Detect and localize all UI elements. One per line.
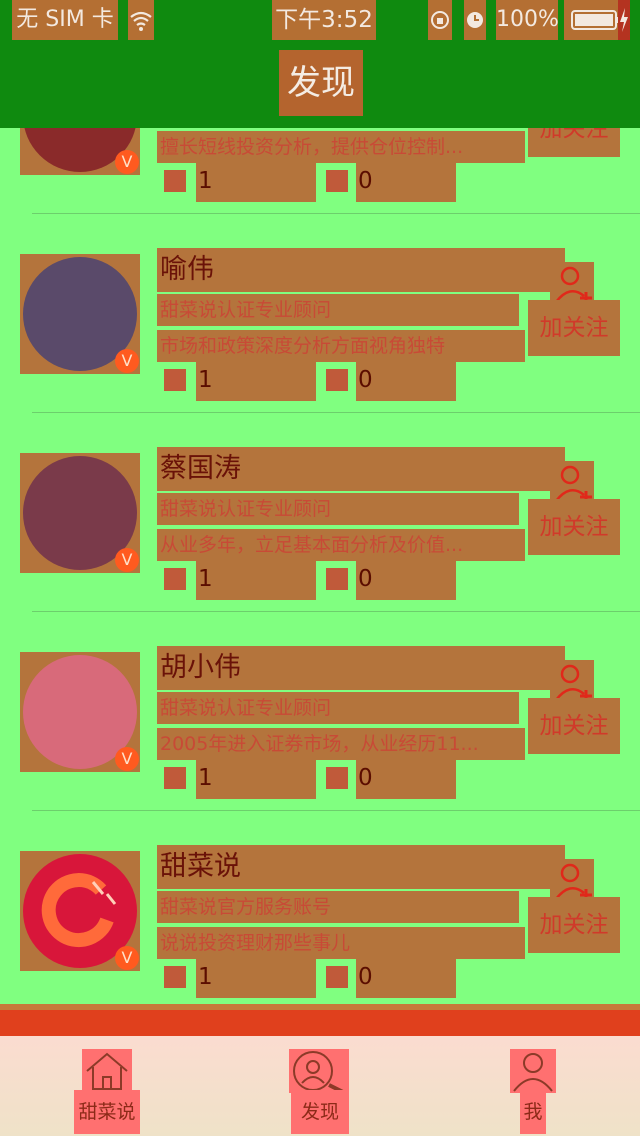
fans-count: 1 bbox=[196, 757, 316, 799]
user-name: 胡小伟 bbox=[157, 646, 565, 690]
user-name: 蔡国涛 bbox=[157, 447, 565, 491]
fans-count: 1 bbox=[196, 956, 316, 998]
user-description: 2005年进入证券市场，从业经历11... bbox=[157, 728, 525, 760]
follow-button[interactable]: 加关注 bbox=[528, 499, 620, 555]
fans-count: 1 bbox=[196, 160, 316, 202]
tab-discover[interactable]: 发现 bbox=[291, 1090, 349, 1134]
user-title: 甜菜说官方服务账号 bbox=[157, 891, 519, 923]
list-item[interactable]: V 喻伟 甜菜说认证专业顾问 市场和政策深度分析方面视角独特 1 0 加关注 bbox=[0, 214, 640, 413]
user-title: 甜菜说认证专业顾问 bbox=[157, 493, 519, 525]
verified-badge-icon: V bbox=[115, 548, 139, 572]
fans-icon bbox=[164, 369, 186, 391]
like-count: 0 bbox=[356, 757, 456, 799]
thumbs-up-icon bbox=[326, 369, 348, 391]
fans-count: 1 bbox=[196, 359, 316, 401]
follow-button[interactable]: 加关注 bbox=[528, 897, 620, 953]
page-title: 发现 bbox=[279, 50, 363, 116]
user-title: 甜菜说认证专业顾问 bbox=[157, 692, 519, 724]
profile-icon[interactable] bbox=[510, 1049, 556, 1093]
follow-button[interactable]: 加关注 bbox=[528, 128, 620, 157]
user-name: 甜菜说 bbox=[157, 845, 565, 889]
user-name: 喻伟 bbox=[157, 248, 565, 292]
thumbs-up-icon bbox=[326, 767, 348, 789]
fans-icon bbox=[164, 568, 186, 590]
like-count: 0 bbox=[356, 359, 456, 401]
fans-icon bbox=[164, 170, 186, 192]
like-count: 0 bbox=[356, 160, 456, 202]
home-icon[interactable] bbox=[82, 1049, 132, 1093]
charging-icon bbox=[618, 0, 630, 40]
avatar[interactable]: V bbox=[20, 254, 140, 374]
tab-me[interactable]: 我 bbox=[520, 1090, 546, 1134]
status-time: 下午3:52 bbox=[272, 0, 376, 40]
user-description: 从业多年，立足基本面分析及价值... bbox=[157, 529, 525, 561]
tabbar-top-border bbox=[0, 1004, 640, 1036]
thumbs-up-icon bbox=[326, 170, 348, 192]
like-count: 0 bbox=[356, 956, 456, 998]
verified-badge-icon: V bbox=[115, 150, 139, 174]
avatar[interactable]: V bbox=[20, 851, 140, 971]
top-bar: 无 SIM 卡 下午3:52 100% 发现 bbox=[0, 0, 640, 128]
verified-badge-icon: V bbox=[115, 349, 139, 373]
avatar[interactable]: V bbox=[20, 652, 140, 772]
tab-bar: 甜菜说 发现 我 bbox=[0, 1036, 640, 1136]
list-item[interactable]: V 擅长短线投资分析，提供仓位控制... 1 0 加关注 bbox=[0, 128, 640, 214]
avatar[interactable]: V bbox=[20, 128, 140, 175]
list-item[interactable]: V 甜菜说 甜菜说官方服务账号 说说投资理财那些事儿 1 0 加关注 bbox=[0, 811, 640, 1004]
fans-count: 1 bbox=[196, 558, 316, 600]
follow-button[interactable]: 加关注 bbox=[528, 300, 620, 356]
fans-icon bbox=[164, 966, 186, 988]
list-item[interactable]: V 胡小伟 甜菜说认证专业顾问 2005年进入证券市场，从业经历11... 1 … bbox=[0, 612, 640, 811]
verified-badge-icon: V bbox=[115, 946, 139, 970]
user-description: 市场和政策深度分析方面视角独特 bbox=[157, 330, 525, 362]
fans-icon bbox=[164, 767, 186, 789]
list-item[interactable]: V 蔡国涛 甜菜说认证专业顾问 从业多年，立足基本面分析及价值... 1 0 加… bbox=[0, 413, 640, 612]
avatar[interactable]: V bbox=[20, 453, 140, 573]
user-description: 擅长短线投资分析，提供仓位控制... bbox=[157, 131, 525, 163]
alarm-icon bbox=[464, 0, 486, 40]
discover-icon[interactable] bbox=[289, 1049, 349, 1095]
tab-home[interactable]: 甜菜说 bbox=[74, 1090, 140, 1134]
thumbs-up-icon bbox=[326, 966, 348, 988]
thumbs-up-icon bbox=[326, 568, 348, 590]
battery-percent: 100% bbox=[496, 0, 559, 40]
carrier-label: 无 SIM 卡 bbox=[12, 0, 118, 40]
user-description: 说说投资理财那些事儿 bbox=[157, 927, 525, 959]
follow-button[interactable]: 加关注 bbox=[528, 698, 620, 754]
wifi-icon bbox=[128, 0, 154, 40]
advisor-list[interactable]: V 擅长短线投资分析，提供仓位控制... 1 0 加关注 V 喻伟 甜菜说认证专… bbox=[0, 128, 640, 1004]
orientation-lock-icon bbox=[428, 0, 452, 40]
user-title: 甜菜说认证专业顾问 bbox=[157, 294, 519, 326]
like-count: 0 bbox=[356, 558, 456, 600]
verified-badge-icon: V bbox=[115, 747, 139, 771]
